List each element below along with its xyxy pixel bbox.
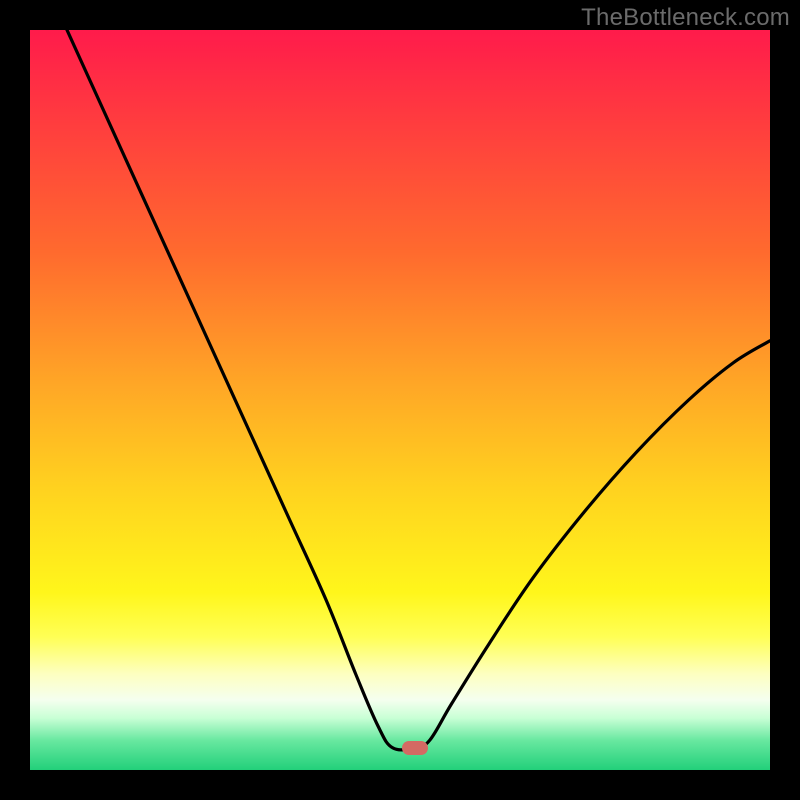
chart-frame: TheBottleneck.com xyxy=(0,0,800,800)
plot-area xyxy=(30,30,770,770)
plot-svg xyxy=(30,30,770,770)
background-gradient xyxy=(30,30,770,770)
watermark-text: TheBottleneck.com xyxy=(581,4,790,32)
bottleneck-marker xyxy=(402,741,428,755)
